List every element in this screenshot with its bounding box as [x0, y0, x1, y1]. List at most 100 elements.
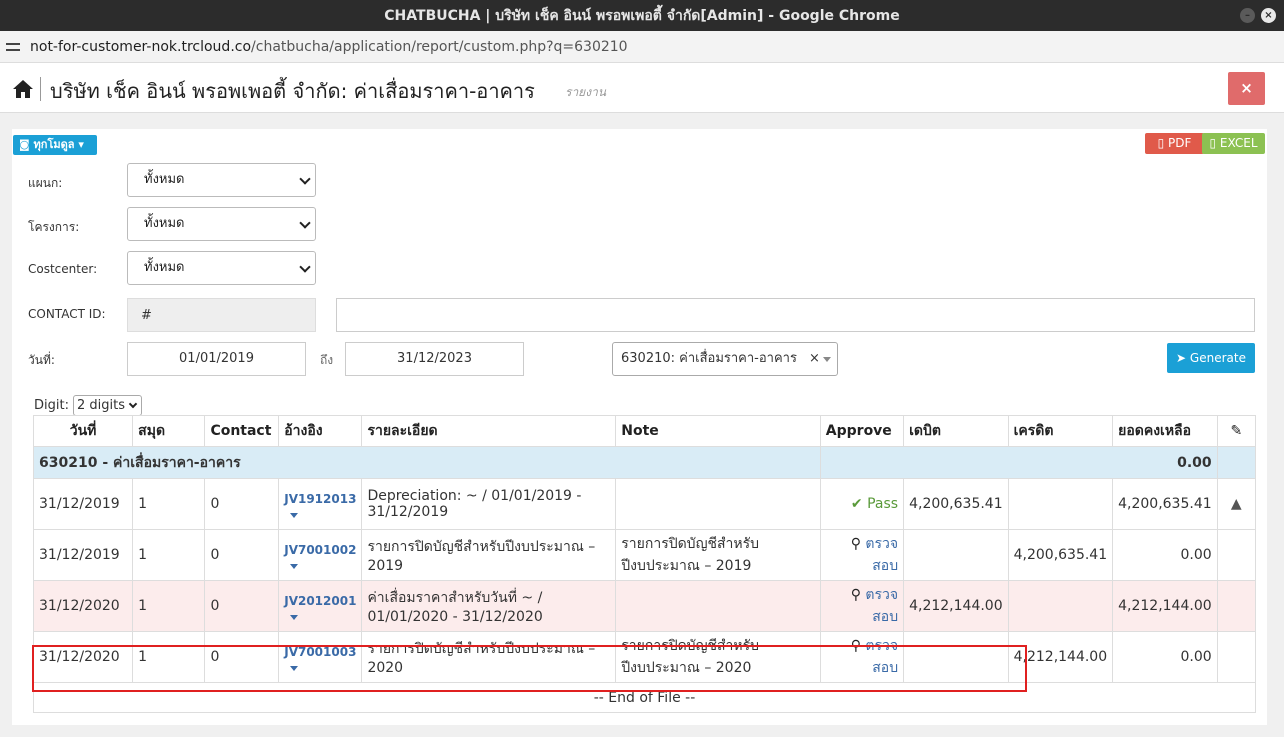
ref-link[interactable]: JV2012001: [284, 594, 356, 608]
digit-select[interactable]: 2 digits: [72, 395, 142, 416]
warning-icon[interactable]: ▲: [1216, 478, 1257, 530]
address-bar[interactable]: not-for-customer-nok.trcloud.co/chatbuch…: [0, 31, 1284, 63]
caret-down-icon[interactable]: [290, 614, 299, 620]
caret-down-icon[interactable]: [290, 665, 299, 671]
row-detail: รายการปิดบัญชีสำหรับปีงบประมาณ – 2019: [361, 529, 617, 581]
generate-button[interactable]: ➤ Generate: [1167, 343, 1255, 373]
chevron-down-icon: [299, 217, 311, 229]
search-icon: ⚲: [850, 587, 861, 603]
col-note[interactable]: Note: [615, 415, 821, 447]
row-credit: [1007, 478, 1114, 530]
pdf-button[interactable]: ▯ PDF: [1145, 133, 1204, 154]
table-row: 31/12/2019 1 0 JV1912013 Depreciation: ~…: [32, 478, 1257, 530]
approve-status: ตรวจสอบ: [865, 587, 899, 625]
minimize-icon[interactable]: –: [1240, 8, 1255, 23]
end-of-file-row: -- End of File --: [33, 682, 1256, 713]
contact-id-field[interactable]: #: [127, 298, 316, 332]
row-balance: 4,212,144.00: [1112, 580, 1218, 632]
date-to-input[interactable]: 31/12/2023: [345, 342, 524, 376]
row-debit: 4,212,144.00: [903, 580, 1009, 632]
digit-value: 2 digits: [76, 398, 125, 413]
table-row: 31/12/2020 1 0 JV7001003 รายการปิดบัญชีส…: [32, 631, 1257, 683]
costcenter-select[interactable]: ทั้งหมด: [127, 251, 316, 285]
col-debit[interactable]: เดบิต: [903, 415, 1009, 447]
department-select[interactable]: ทั้งหมด: [127, 163, 316, 197]
shield-icon: ◙: [19, 138, 30, 151]
department-value: ทั้งหมด: [144, 172, 185, 187]
row-note: [615, 580, 821, 632]
row-book: 1: [132, 580, 206, 632]
row-balance: 0.00: [1112, 631, 1218, 683]
page-title: บริษัท เช็ค อินน์ พรอพเพอตี้ จำกัด: ค่าเ…: [50, 79, 535, 103]
search-icon: ⚲: [850, 638, 861, 654]
group-empty: [1216, 446, 1257, 479]
row-debit: [903, 631, 1009, 683]
project-select[interactable]: ทั้งหมด: [127, 207, 316, 241]
date-label: วันที่:: [28, 353, 55, 367]
check-circle-icon: ✔: [850, 496, 863, 512]
row-balance: 0.00: [1112, 529, 1218, 581]
col-balance[interactable]: ยอดคงเหลือ: [1112, 415, 1218, 447]
col-approve[interactable]: Approve: [819, 415, 905, 447]
page-header: บริษัท เช็ค อินน์ พรอพเพอตี้ จำกัด: ค่าเ…: [0, 63, 1284, 113]
row-ref-cell: JV1912013: [278, 478, 363, 530]
row-note: รายการปิดบัญชีสำหรับ ปีงบประมาณ – 2019: [615, 529, 821, 581]
divider: [40, 77, 41, 101]
paper-plane-icon: ➤: [1176, 351, 1187, 365]
col-credit[interactable]: เครดิต: [1007, 415, 1114, 447]
digit-row: Digit: 2 digits: [34, 395, 142, 416]
row-debit: [903, 529, 1009, 581]
table-row: 31/12/2019 1 0 JV7001002 รายการปิดบัญชีส…: [32, 529, 1257, 581]
row-ref-cell: JV2012001: [278, 580, 363, 632]
account-value: 630210: ค่าเสื่อมราคา-อาคาร: [621, 351, 797, 366]
digit-label: Digit:: [34, 398, 69, 413]
row-contact: 0: [204, 580, 280, 632]
site-settings-icon[interactable]: [6, 41, 20, 53]
chevron-down-icon: [299, 261, 311, 273]
col-ref[interactable]: อ้างอิง: [278, 415, 363, 447]
col-contact[interactable]: Contact: [204, 415, 280, 447]
row-detail: รายการปิดบัญชีสำหรับปีงบประมาณ – 2020: [361, 631, 617, 683]
approve-status: ตรวจสอบ: [865, 638, 899, 676]
clear-icon[interactable]: ×: [809, 343, 820, 375]
row-date: 31/12/2019: [32, 529, 134, 581]
row-approve[interactable]: ⚲ ตรวจสอบ: [819, 529, 905, 581]
contact-search-input[interactable]: [336, 298, 1255, 332]
ref-link[interactable]: JV7001002: [284, 543, 356, 557]
group-label: 630210 - ค่าเสื่อมราคา-อาคาร: [33, 446, 821, 479]
row-action: [1216, 580, 1257, 632]
costcenter-label: Costcenter:: [28, 262, 98, 276]
chevron-down-icon: [128, 399, 138, 409]
module-dropdown-button[interactable]: ◙ ทุกโมดูล ▾: [13, 135, 97, 155]
page-subtitle: รายงาน: [565, 85, 607, 99]
row-debit: 4,200,635.41: [903, 478, 1009, 530]
module-label: ทุกโมดูล: [33, 138, 75, 151]
ref-link[interactable]: JV7001003: [284, 645, 356, 659]
date-from-input[interactable]: 01/01/2019: [127, 342, 306, 376]
caret-down-icon[interactable]: [290, 563, 299, 569]
ref-link[interactable]: JV1912013: [284, 492, 356, 506]
col-book[interactable]: สมุด: [132, 415, 206, 447]
row-contact: 0: [204, 529, 280, 581]
row-book: 1: [132, 529, 206, 581]
report-table: วันที่ สมุด Contact อ้างอิง รายละเอียด N…: [32, 415, 1257, 713]
department-label: แผนก:: [28, 176, 63, 190]
row-approve[interactable]: ✔ Pass: [819, 478, 905, 530]
row-approve[interactable]: ⚲ ตรวจสอบ: [819, 631, 905, 683]
close-button[interactable]: ×: [1228, 72, 1265, 105]
excel-button[interactable]: ▯ EXCEL: [1202, 133, 1265, 154]
home-icon[interactable]: [12, 79, 34, 99]
caret-down-icon: [823, 357, 831, 362]
row-detail: ค่าเสื่อมราคาสำหรับวันที่ ~ / 01/01/2020…: [361, 580, 617, 632]
contact-id-label: CONTACT ID:: [28, 307, 106, 321]
account-select[interactable]: 630210: ค่าเสื่อมราคา-อาคาร ×: [612, 342, 838, 376]
row-ref-cell: JV7001003: [278, 631, 363, 683]
row-detail: Depreciation: ~ / 01/01/2019 - 31/12/201…: [361, 478, 617, 530]
col-date[interactable]: วันที่: [32, 415, 134, 447]
caret-down-icon[interactable]: [290, 512, 299, 518]
edit-icon[interactable]: ✎: [1216, 415, 1257, 447]
close-window-icon[interactable]: ×: [1261, 8, 1276, 23]
row-balance: 4,200,635.41: [1112, 478, 1218, 530]
col-detail[interactable]: รายละเอียด: [361, 415, 617, 447]
row-approve[interactable]: ⚲ ตรวจสอบ: [819, 580, 905, 632]
